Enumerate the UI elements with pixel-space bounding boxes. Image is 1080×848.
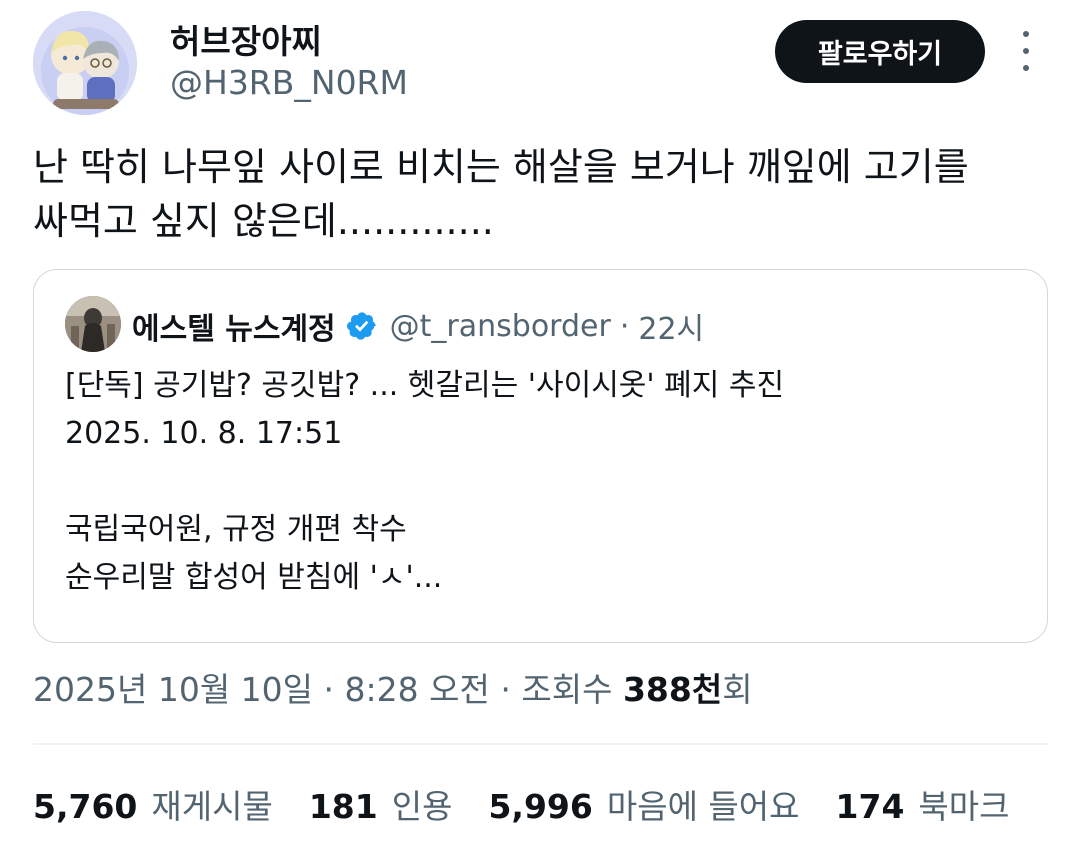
quoted-tweet-text: [단독] 공기밥? 공깃밥? ... 헷갈리는 '사이시옷' 폐지 추진 202… (65, 362, 1025, 602)
views-label: 조회수 (521, 670, 613, 709)
likes-stat[interactable]: 5,996 마음에 들어요 (488, 780, 799, 828)
quotes-label: 인용 (391, 787, 453, 826)
tweet-date[interactable]: 2025년 10월 10일 (33, 670, 313, 709)
tweet-detail: 허브장아찌 @H3RB_N0RM 팔로우하기 난 딱히 나무잎 사이로 비치는 … (0, 0, 1080, 848)
bookmarks-count: 174 (835, 787, 905, 826)
likes-count: 5,996 (488, 787, 593, 826)
divider (33, 743, 1048, 745)
tweet-text-line: 싸먹고 싶지 않은데............. (33, 199, 494, 243)
tweet-text: 난 딱히 나무잎 사이로 비치는 해살을 보거나 깨잎에 고기를 싸먹고 싶지 … (33, 140, 1043, 248)
bookmarks-label: 북마크 (918, 787, 1010, 826)
quotes-count: 181 (308, 787, 378, 826)
author-avatar[interactable] (33, 11, 137, 115)
author-display-name[interactable]: 허브장아찌 (170, 15, 322, 63)
views-count[interactable]: 388천 (623, 670, 722, 709)
verified-badge-icon (346, 312, 376, 340)
quoted-text-line: 2025. 10. 8. 17:51 (65, 416, 343, 451)
more-dot (1023, 65, 1029, 71)
separator-dot: · (500, 670, 511, 709)
quoted-text-line: [단독] 공기밥? 공깃밥? ... 헷갈리는 '사이시옷' 폐지 추진 (65, 368, 785, 403)
reposts-stat[interactable]: 5,760 재게시물 (33, 780, 273, 828)
follow-button[interactable]: 팔로우하기 (775, 20, 985, 83)
tweet-text-line: 난 딱히 나무잎 사이로 비치는 해살을 보거나 깨잎에 고기를 (33, 145, 969, 189)
quoted-author-avatar[interactable] (65, 296, 121, 352)
engagement-stats: 5,760 재게시물 181 인용 5,996 마음에 들어요 174 북마크 (33, 780, 1046, 828)
separator-dot: · (323, 670, 335, 709)
avatar-illustration (33, 11, 137, 115)
quoted-text-line: 국립국어원, 규정 개편 착수 (65, 512, 407, 547)
quoted-text-line: 순우리말 합성어 받침에 'ㅅ'... (65, 560, 443, 595)
quoted-author-name[interactable]: 에스텔 뉴스계정 (132, 304, 336, 348)
quoted-author-handle[interactable]: @t_ransborder (390, 309, 611, 344)
tweet-meta: 2025년 10월 10일 · 8:28 오전 · 조회수 388천회 (33, 663, 753, 711)
more-dot (1023, 31, 1029, 37)
quoted-tweet-header: 에스텔 뉴스계정 @t_ransborder · 22시 (132, 304, 704, 348)
reposts-count: 5,760 (33, 787, 138, 826)
views-suffix: 회 (722, 670, 753, 709)
tweet-time[interactable]: 8:28 오전 (345, 670, 490, 709)
quoted-avatar-image (65, 296, 121, 352)
quoted-text-line (65, 458, 1025, 506)
reposts-label: 재게시물 (151, 787, 273, 826)
quoted-tweet-time[interactable]: 22시 (638, 304, 704, 348)
author-handle[interactable]: @H3RB_N0RM (170, 63, 408, 102)
likes-label: 마음에 들어요 (606, 787, 800, 826)
more-dot (1023, 48, 1029, 54)
bookmarks-stat[interactable]: 174 북마크 (836, 780, 1010, 828)
more-vertical-icon[interactable] (1014, 31, 1038, 71)
quotes-stat[interactable]: 181 인용 (309, 780, 453, 828)
quoted-tweet-card[interactable]: 에스텔 뉴스계정 @t_ransborder · 22시 [단독] 공기밥? 공… (33, 269, 1048, 643)
separator-dot: · (619, 308, 630, 344)
